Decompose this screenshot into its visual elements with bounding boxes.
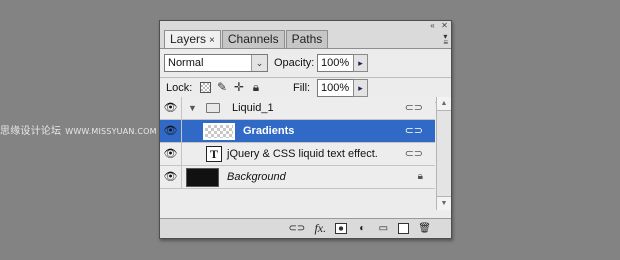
- watermark-url: WWW.MISSYUAN.COM: [65, 127, 157, 136]
- layer-thumbnail: [186, 168, 219, 187]
- layer-row-text[interactable]: 👁︎ T jQuery & CSS liquid text effect. ⊂⊃: [160, 143, 435, 166]
- panel-titlebar[interactable]: « ✕: [160, 21, 451, 30]
- watermark-text: 思缘设计论坛: [0, 126, 62, 137]
- scroll-down-icon[interactable]: ▼: [437, 196, 451, 210]
- opacity-slider-button[interactable]: ▸: [353, 54, 368, 72]
- panel-tabs: Layers × Channels Paths: [164, 30, 329, 49]
- triangle-down-icon[interactable]: ▼: [188, 97, 197, 119]
- lock-icon: 🔒︎: [417, 171, 423, 182]
- move-icon[interactable]: ✛: [233, 80, 245, 94]
- opacity-input[interactable]: 100%: [317, 54, 354, 72]
- tab-channels[interactable]: Channels: [221, 30, 285, 48]
- layer-thumbnail: [203, 123, 235, 140]
- layer-row-group[interactable]: 👁︎ ▼ Liquid_1 ⊂⊃: [160, 97, 435, 120]
- tab-paths-label: Paths: [291, 32, 323, 46]
- trash-icon[interactable]: 🗑︎: [418, 221, 431, 236]
- lock-row: Lock: ✎ ✛ 🔒︎ Fill: 100% ▸: [164, 79, 447, 98]
- layer-row-gradients[interactable]: 👁︎ Gradients ⊂⊃: [160, 120, 435, 143]
- menu-icon[interactable]: ▾ ≡: [443, 33, 448, 47]
- blend-mode-value: Normal: [168, 57, 204, 69]
- lock-label: Lock:: [166, 82, 193, 94]
- layer-name: jQuery & CSS liquid text effect.: [227, 148, 378, 160]
- scrollbar[interactable]: ▲ ▼: [436, 97, 451, 210]
- chevron-down-icon[interactable]: ⌄: [251, 55, 267, 71]
- lock-icon[interactable]: 🔒︎: [250, 80, 262, 94]
- blend-mode-select[interactable]: Normal ⌄: [164, 54, 268, 72]
- layers-panel: « ✕ Layers × Channels Paths ▾ ≡ Normal ⌄ O…: [159, 20, 452, 239]
- close-button[interactable]: ✕: [440, 22, 449, 30]
- eye-icon[interactable]: 👁︎: [160, 97, 182, 120]
- blend-row: Normal ⌄ Opacity: 100% ▸: [164, 54, 447, 73]
- tab-close-icon[interactable]: ×: [209, 35, 215, 46]
- layer-row-background[interactable]: 👁︎ Background 🔒︎: [160, 166, 435, 189]
- transparency-lock-icon[interactable]: [200, 82, 211, 93]
- layer-name: Background: [227, 171, 286, 183]
- tab-layers[interactable]: Layers ×: [164, 30, 221, 49]
- new-layer-icon[interactable]: [398, 223, 410, 234]
- layer-name: Gradients: [243, 125, 295, 137]
- tab-paths[interactable]: Paths: [285, 30, 329, 48]
- fill-slider-button[interactable]: ▸: [353, 79, 368, 97]
- fill-input[interactable]: 100%: [317, 79, 354, 97]
- watermark: 思缘设计论坛 WWW.MISSYUAN.COM: [0, 122, 157, 137]
- folder-icon: [206, 103, 220, 113]
- mask-icon[interactable]: [335, 223, 348, 234]
- tab-channels-label: Channels: [227, 32, 279, 46]
- fx-icon[interactable]: fx.: [314, 221, 326, 236]
- opacity-label: Opacity:: [274, 57, 315, 69]
- fill-label: Fill:: [293, 82, 311, 94]
- eye-icon[interactable]: 👁︎: [160, 120, 182, 143]
- divider: [160, 77, 451, 78]
- layer-name: Liquid_1: [232, 102, 274, 114]
- link-icon: ⊂⊃: [404, 125, 423, 137]
- link-icon: ⊂⊃: [404, 102, 423, 114]
- eye-icon[interactable]: 👁︎: [160, 166, 182, 189]
- text-layer-icon: T: [206, 146, 222, 162]
- panel-footer: ⊂⊃ fx. ◐ ▭ 🗑︎: [160, 218, 451, 238]
- new-group-icon[interactable]: ▭: [377, 221, 389, 236]
- collapse-button[interactable]: «: [428, 22, 437, 30]
- layers-list: 👁︎ ▼ Liquid_1 ⊂⊃ 👁︎ Gradients ⊂⊃ 👁︎ T jQ…: [160, 97, 435, 189]
- link-icon: ⊂⊃: [404, 148, 423, 160]
- scroll-up-icon[interactable]: ▲: [437, 97, 451, 111]
- eye-icon[interactable]: 👁︎: [160, 143, 182, 166]
- brush-icon[interactable]: ✎: [216, 80, 228, 94]
- tab-layers-label: Layers: [170, 32, 207, 46]
- adjustment-icon[interactable]: ◐: [356, 221, 368, 236]
- link-icon[interactable]: ⊂⊃: [289, 221, 306, 236]
